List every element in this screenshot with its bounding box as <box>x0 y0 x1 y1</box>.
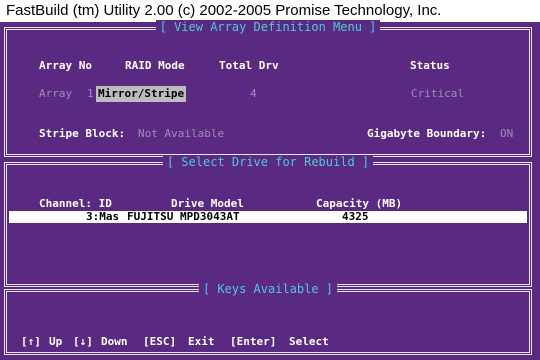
total-drv-value: 4 <box>250 87 257 100</box>
gigabyte-boundary-label: Gigabyte Boundary: <box>367 127 487 140</box>
status-value: Critical <box>411 87 464 100</box>
window-title: FastBuild (tm) Utility 2.00 (c) 2002-200… <box>0 0 540 22</box>
key-up-label: Up <box>49 335 63 348</box>
rebuild-panel-title: [ Select Drive for Rebuild ] <box>162 155 374 169</box>
row-drive-model: FUJITSU MPD3043AT <box>127 210 240 223</box>
header-array-no: Array No <box>39 59 92 72</box>
key-esc: [ESC] <box>143 335 177 348</box>
key-down-icon: [↓] <box>73 335 93 348</box>
key-enter-label: Select <box>289 335 329 348</box>
select-drive-panel: [ Select Drive for Rebuild ] Channel: ID… <box>4 155 532 287</box>
header-total-drv: Total Drv <box>219 59 279 72</box>
header-status: Status <box>410 59 450 72</box>
row-channel-id: 3:Mas <box>86 210 120 223</box>
array-panel-title: [ View Array Definition Menu ] <box>155 20 381 34</box>
raid-mode-value[interactable]: Mirror/Stripe <box>96 86 187 102</box>
fastbuild-screen: FastBuild (tm) Utility 2.00 (c) 2002-200… <box>0 0 540 360</box>
header-raid-mode: RAID Mode <box>125 59 185 72</box>
key-enter: [Enter] <box>230 335 277 348</box>
table-row[interactable]: 3:Mas FUJITSU MPD3043AT 4325 <box>9 211 527 223</box>
header-capacity: Capacity (MB) <box>316 197 403 210</box>
keys-available-panel: [ Keys Available ] [↑] Up [↓] Down [ESC]… <box>4 282 532 355</box>
header-channel-id: Channel: ID <box>39 197 112 210</box>
stripe-block-label: Stripe Block: <box>39 127 126 140</box>
key-up-icon: [↑] <box>21 335 41 348</box>
stripe-block-value: Not Available <box>138 127 225 140</box>
header-drive-model: Drive Model <box>171 197 244 210</box>
array-number: 1 <box>87 87 94 100</box>
key-esc-label: Exit <box>188 335 215 348</box>
row-capacity: 4325 <box>342 210 369 223</box>
array-label: Array <box>39 87 73 100</box>
gigabyte-boundary-value: ON <box>500 127 514 140</box>
key-down-label: Down <box>101 335 128 348</box>
array-definition-panel: [ View Array Definition Menu ] Array No … <box>4 20 532 157</box>
keys-panel-title: [ Keys Available ] <box>198 282 338 296</box>
